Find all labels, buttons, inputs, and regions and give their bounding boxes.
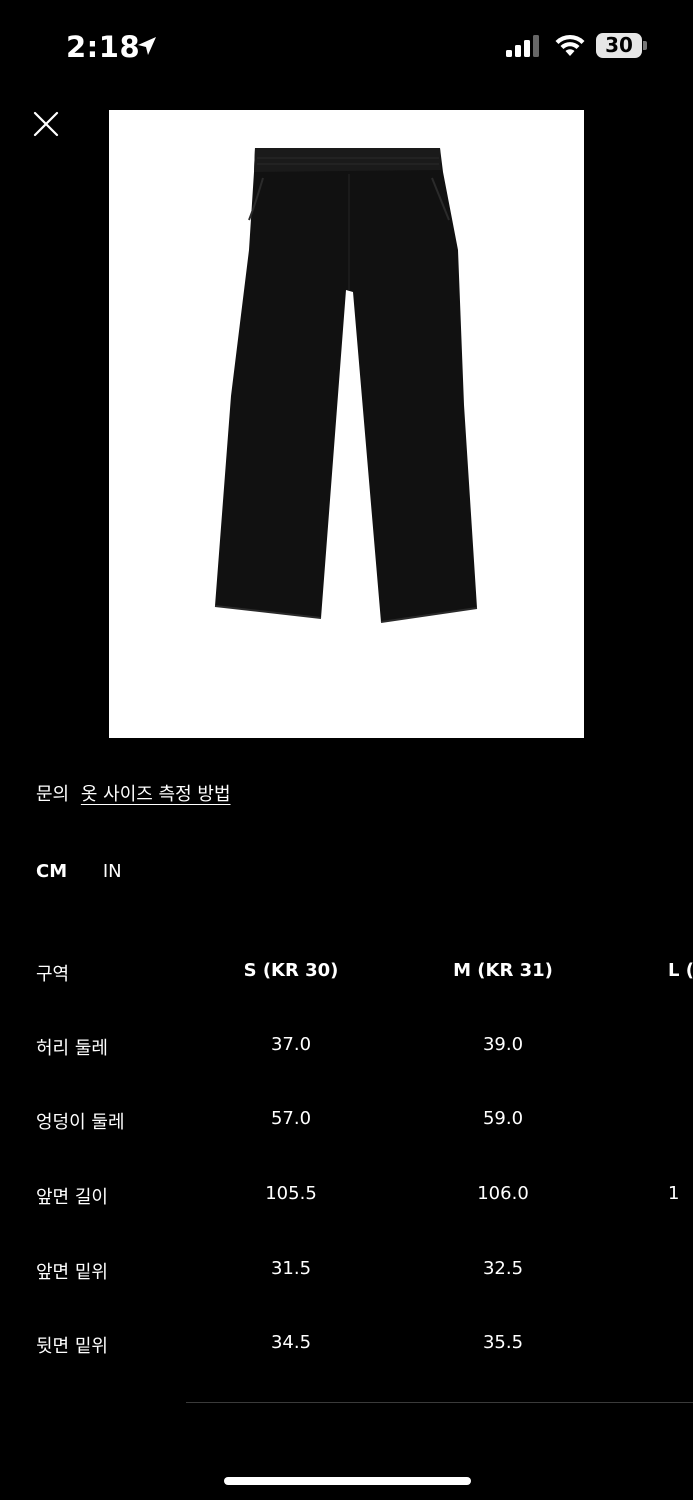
header-size-l: L (	[668, 960, 693, 981]
header-area: 구역	[36, 964, 70, 985]
scroll-divider	[186, 1402, 693, 1403]
product-image	[109, 110, 584, 738]
help-prefix: 문의	[36, 784, 70, 805]
size-table: 구역 S (KR 30) M (KR 31) L ( 허리 둘레 37.0 39…	[0, 960, 693, 1380]
row-label: 엉덩이 둘레	[36, 1112, 125, 1133]
cellular-signal-icon	[506, 35, 539, 57]
row-label: 앞면 길이	[36, 1187, 108, 1208]
row-label: 허리 둘레	[36, 1038, 108, 1059]
cell-value: 106.0	[477, 1183, 529, 1204]
cell-value: 1	[668, 1183, 680, 1204]
battery-tip	[643, 41, 647, 50]
battery-indicator: 30	[596, 33, 642, 58]
row-label: 뒷면 밑위	[36, 1336, 108, 1357]
cell-value: 39.0	[482, 1034, 524, 1055]
table-row: 뒷면 밑위 34.5 35.5	[0, 1332, 693, 1362]
cell-value: 37.0	[270, 1034, 312, 1055]
header-size-m: M (KR 31)	[453, 960, 553, 981]
cell-value: 59.0	[482, 1108, 524, 1129]
size-help-row: 문의 옷 사이즈 측정 방법	[36, 780, 231, 806]
cell-value: 35.5	[482, 1332, 524, 1353]
cell-value: 31.5	[270, 1258, 312, 1279]
close-icon[interactable]	[30, 108, 62, 140]
header-size-s: S (KR 30)	[243, 960, 339, 981]
row-label: 앞면 밑위	[36, 1262, 108, 1283]
cell-value: 57.0	[270, 1108, 312, 1129]
table-row: 허리 둘레 37.0 39.0	[0, 1034, 693, 1064]
status-time: 2:18	[66, 30, 141, 64]
table-row: 엉덩이 둘레 57.0 59.0	[0, 1108, 693, 1138]
table-header-row: 구역 S (KR 30) M (KR 31) L (	[0, 960, 693, 990]
cell-value: 32.5	[482, 1258, 524, 1279]
home-indicator[interactable]	[224, 1477, 471, 1485]
cell-value: 105.5	[265, 1183, 317, 1204]
location-arrow-icon	[138, 37, 156, 55]
cell-value: 34.5	[270, 1332, 312, 1353]
wifi-icon	[555, 34, 585, 56]
table-row: 앞면 밑위 31.5 32.5	[0, 1258, 693, 1288]
unit-tabs: CM IN	[36, 861, 152, 882]
status-bar: 2:18 30	[0, 0, 693, 90]
table-row: 앞면 길이 105.5 106.0 1	[0, 1183, 693, 1213]
tab-in[interactable]: IN	[103, 861, 122, 882]
tab-cm[interactable]: CM	[36, 861, 67, 882]
measurement-guide-link[interactable]: 옷 사이즈 측정 방법	[81, 784, 231, 805]
sweatpants-illustration	[214, 148, 478, 623]
